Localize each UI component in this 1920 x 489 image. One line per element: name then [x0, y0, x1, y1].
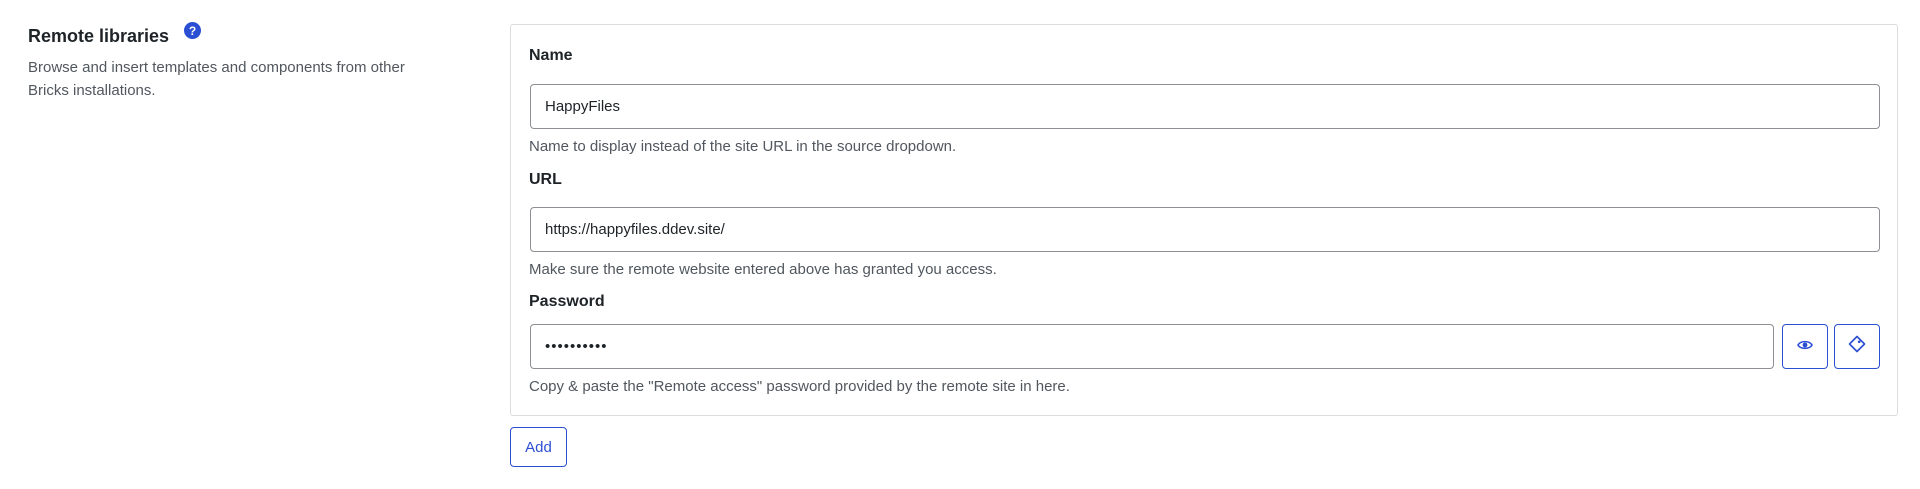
section-title-row: Remote libraries ? — [28, 22, 448, 50]
url-input[interactable] — [530, 207, 1880, 252]
section-description: Browse and insert templates and componen… — [28, 59, 405, 99]
section-title: Remote libraries — [28, 26, 170, 46]
url-label: URL — [529, 171, 562, 188]
section-header: Remote libraries ? Browse and insert tem… — [28, 22, 448, 102]
remote-library-form-panel: Name Name to display instead of the site… — [510, 24, 1898, 416]
password-input[interactable] — [530, 324, 1774, 369]
password-help-text: Copy & paste the "Remote access" passwor… — [529, 378, 1070, 395]
generate-password-button[interactable] — [1834, 324, 1880, 369]
name-help-text: Name to display instead of the site URL … — [529, 138, 957, 155]
toggle-password-visibility-button[interactable] — [1782, 324, 1828, 369]
name-label: Name — [529, 47, 573, 64]
name-input[interactable] — [530, 84, 1880, 129]
eye-icon — [1797, 338, 1813, 356]
add-button[interactable]: Add — [510, 427, 567, 467]
tag-icon — [1848, 335, 1866, 358]
url-help-text: Make sure the remote website entered abo… — [529, 261, 997, 278]
password-label: Password — [529, 293, 605, 310]
help-icon[interactable]: ? — [184, 22, 202, 39]
